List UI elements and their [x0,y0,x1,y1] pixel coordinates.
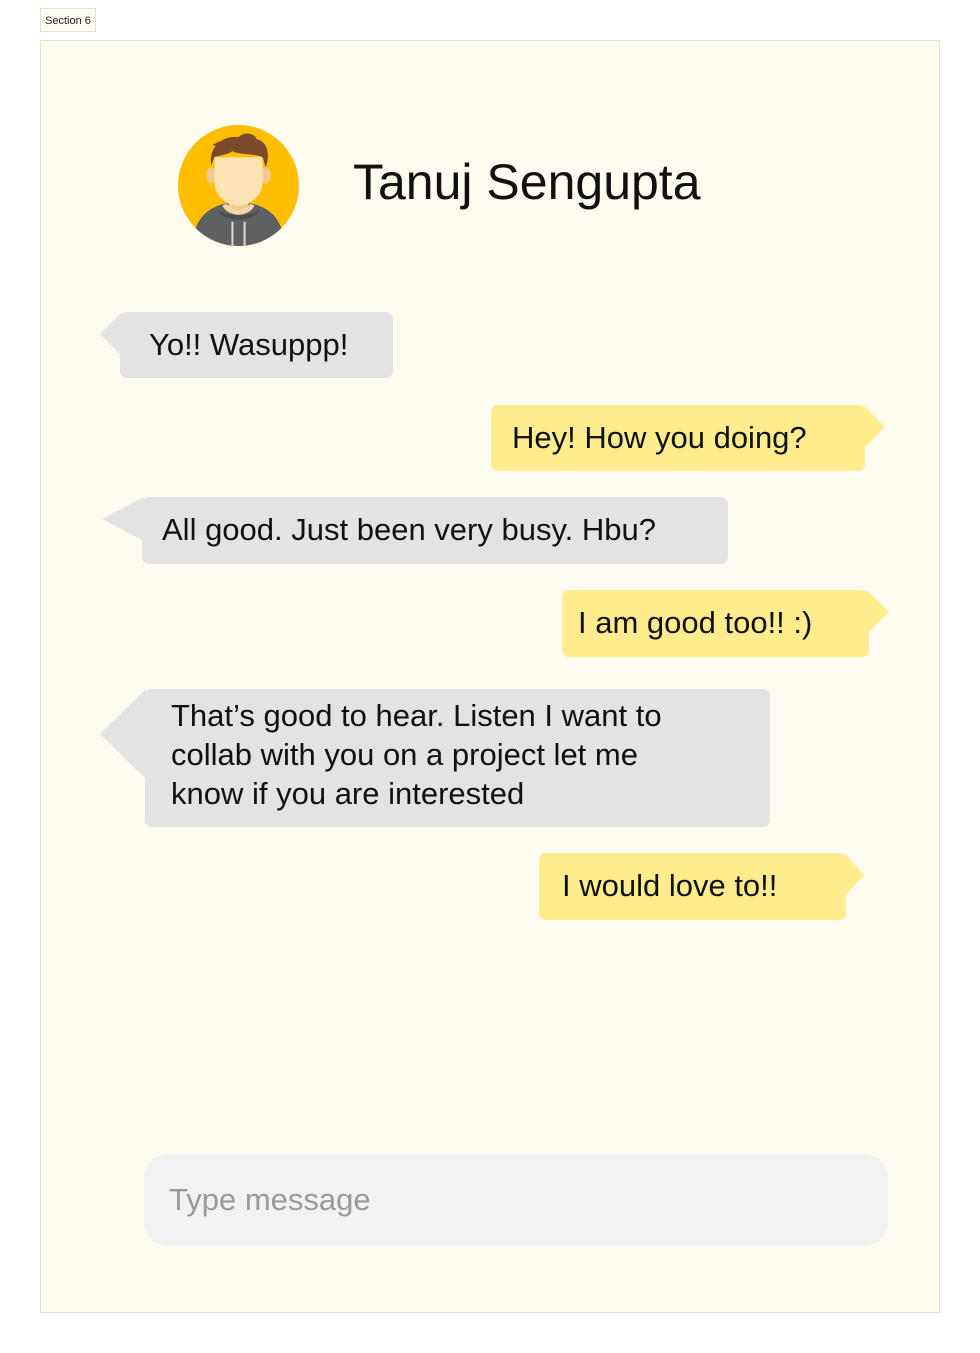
received-message-bubble: Yo!! Wasuppp! [120,312,393,378]
bubble-tail [102,497,144,541]
bubble-tail [100,312,122,356]
bubble-tail [867,590,889,634]
received-message-bubble: That’s good to hear. Listen I want to co… [145,689,770,827]
bubble-tail [100,689,146,779]
message-text: Hey! How you doing? [512,420,807,455]
message-line: That’s good to hear. Listen I want to [171,698,662,733]
chat-frame: Tanuj Sengupta Yo!! Wasuppp! Hey! How yo… [40,40,940,1313]
received-message-bubble: All good. Just been very busy. Hbu? [142,497,728,564]
message-text: Yo!! Wasuppp! [149,327,349,362]
section-label: Section 6 [40,8,96,32]
user-avatar-icon[interactable] [178,125,299,246]
message-text: All good. Just been very busy. Hbu? [162,512,656,547]
message-line: collab with you on a project let me [171,737,638,772]
sent-message-bubble: Hey! How you doing? [491,405,865,471]
message-input[interactable] [144,1154,888,1246]
bubble-tail [844,853,864,897]
message-input-container[interactable] [144,1154,888,1246]
sent-message-bubble: I am good too!! :) [562,590,869,657]
bubble-tail [863,405,885,449]
contact-name: Tanuj Sengupta [353,154,701,210]
message-line: know if you are interested [171,776,525,811]
message-text: I would love to!! [562,868,778,903]
message-text: I am good too!! :) [578,605,813,640]
sent-message-bubble: I would love to!! [539,853,846,920]
